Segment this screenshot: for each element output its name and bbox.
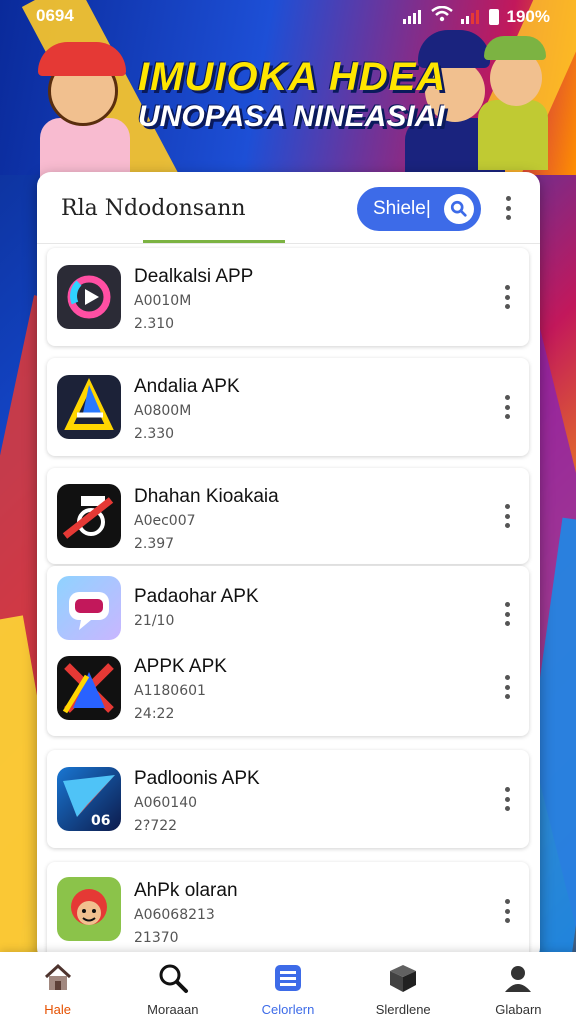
app-icon-blocked	[57, 484, 121, 548]
list-item[interactable]: Dhahan Kioakaia A0ec007 2.397	[47, 468, 529, 564]
nav-profile[interactable]: Glabarn	[461, 952, 576, 1024]
app-icon-x-mark	[57, 656, 121, 720]
list-item[interactable]: Andalia APK A0800M 2.330	[47, 358, 529, 456]
app-icon-circle-play	[57, 265, 121, 329]
app-code: A1180601	[134, 683, 206, 699]
app-code: A06068213	[134, 907, 215, 923]
banner-character-boy	[478, 100, 548, 170]
profile-icon	[505, 966, 532, 992]
app-name: Dealkalsi APP	[134, 266, 254, 287]
nav-label: Celorlern	[261, 1002, 315, 1017]
nav-home[interactable]: Hale	[0, 952, 115, 1024]
nav-search[interactable]: Moraaan	[115, 952, 230, 1024]
search-icon	[159, 964, 188, 993]
list-icon	[275, 965, 301, 991]
app-name: AhPk olaran	[134, 880, 238, 901]
active-tab-indicator	[143, 240, 285, 243]
app-code: A0800M	[134, 403, 192, 419]
app-name: Padaohar APK	[134, 586, 259, 607]
nav-label: Slerdlene	[375, 1002, 431, 1017]
app-name: Dhahan Kioakaia	[134, 486, 279, 507]
signal-icon	[402, 9, 423, 24]
nav-categories[interactable]: Celorlern	[230, 952, 345, 1024]
nav-store[interactable]: Slerdlene	[346, 952, 461, 1024]
banner-character-girl	[40, 118, 130, 178]
app-icon-mascot	[57, 877, 121, 941]
list-item[interactable]: Padaohar APK 21/10	[47, 566, 529, 650]
nav-label: Hale	[44, 1002, 71, 1017]
bottom-navigation: Hale Moraaan Celorlern Slerdlene Glabarn	[0, 952, 576, 1024]
app-icon-triangle	[57, 375, 121, 439]
home-icon	[44, 963, 71, 990]
banner-subtitle: UNOPASA NINEASIAI	[138, 100, 445, 133]
list-item[interactable]: 06 Padloonis APK A060140 2?722	[47, 750, 529, 848]
status-icons: 190%	[402, 5, 550, 27]
battery-icon	[488, 8, 499, 25]
list-item[interactable]: Dealkalsi APP A0010M 2.310	[47, 248, 529, 346]
app-version: 2.397	[134, 536, 175, 552]
wifi-icon	[430, 5, 453, 27]
svg-text:06: 06	[91, 813, 110, 829]
nav-label: Glabarn	[495, 1002, 542, 1017]
banner-title: IMUIOKA HDEA	[138, 55, 447, 99]
card-header: Rla Ndodonsann Shiele|	[37, 172, 540, 244]
search-icon	[444, 194, 474, 224]
app-icon-paper-plane: 06	[57, 767, 121, 831]
page-title: Rla Ndodonsann	[61, 196, 246, 221]
app-version: 21370	[134, 930, 179, 946]
app-version: 24:22	[134, 706, 175, 722]
app-icon-chat-bubble	[57, 576, 121, 640]
app-code: A0ec007	[134, 513, 196, 529]
banner-character-boy-hat	[484, 36, 546, 60]
list-item-group: Padaohar APK 21/10 APPK APK A1180601 24:…	[47, 566, 529, 736]
app-version: 2?722	[134, 818, 178, 834]
more-options-icon[interactable]	[500, 196, 516, 220]
more-options-icon[interactable]	[499, 675, 515, 699]
list-item[interactable]: APPK APK A1180601 24:22	[47, 650, 529, 736]
nav-label: Moraaan	[147, 1002, 199, 1017]
app-name: Padloonis APK	[134, 768, 260, 789]
app-version: 2.330	[134, 426, 175, 442]
search-button-label: Shiele|	[373, 198, 431, 219]
app-name: Andalia APK	[134, 376, 240, 397]
more-options-icon[interactable]	[499, 602, 515, 626]
app-list-card: Rla Ndodonsann Shiele| Dealkalsi APP A00…	[37, 172, 540, 962]
app-version: 2.310	[134, 316, 175, 332]
more-options-icon[interactable]	[499, 504, 515, 528]
app-code: A0010M	[134, 293, 192, 309]
app-code: A060140	[134, 795, 198, 811]
more-options-icon[interactable]	[499, 395, 515, 419]
more-options-icon[interactable]	[499, 899, 515, 923]
search-button[interactable]: Shiele|	[357, 187, 481, 231]
list-item[interactable]: AhPk olaran A06068213 21370	[47, 862, 529, 962]
app-name: APPK APK	[134, 656, 227, 677]
banner-character-girl-hat	[38, 42, 126, 76]
battery-level: 190%	[506, 6, 550, 26]
app-version: 21/10	[134, 613, 175, 629]
box-icon	[390, 965, 417, 992]
status-time: 0694	[36, 6, 74, 25]
more-options-icon[interactable]	[499, 285, 515, 309]
more-options-icon[interactable]	[499, 787, 515, 811]
signal-icon	[460, 9, 481, 24]
status-bar: 0694 190%	[0, 0, 576, 30]
